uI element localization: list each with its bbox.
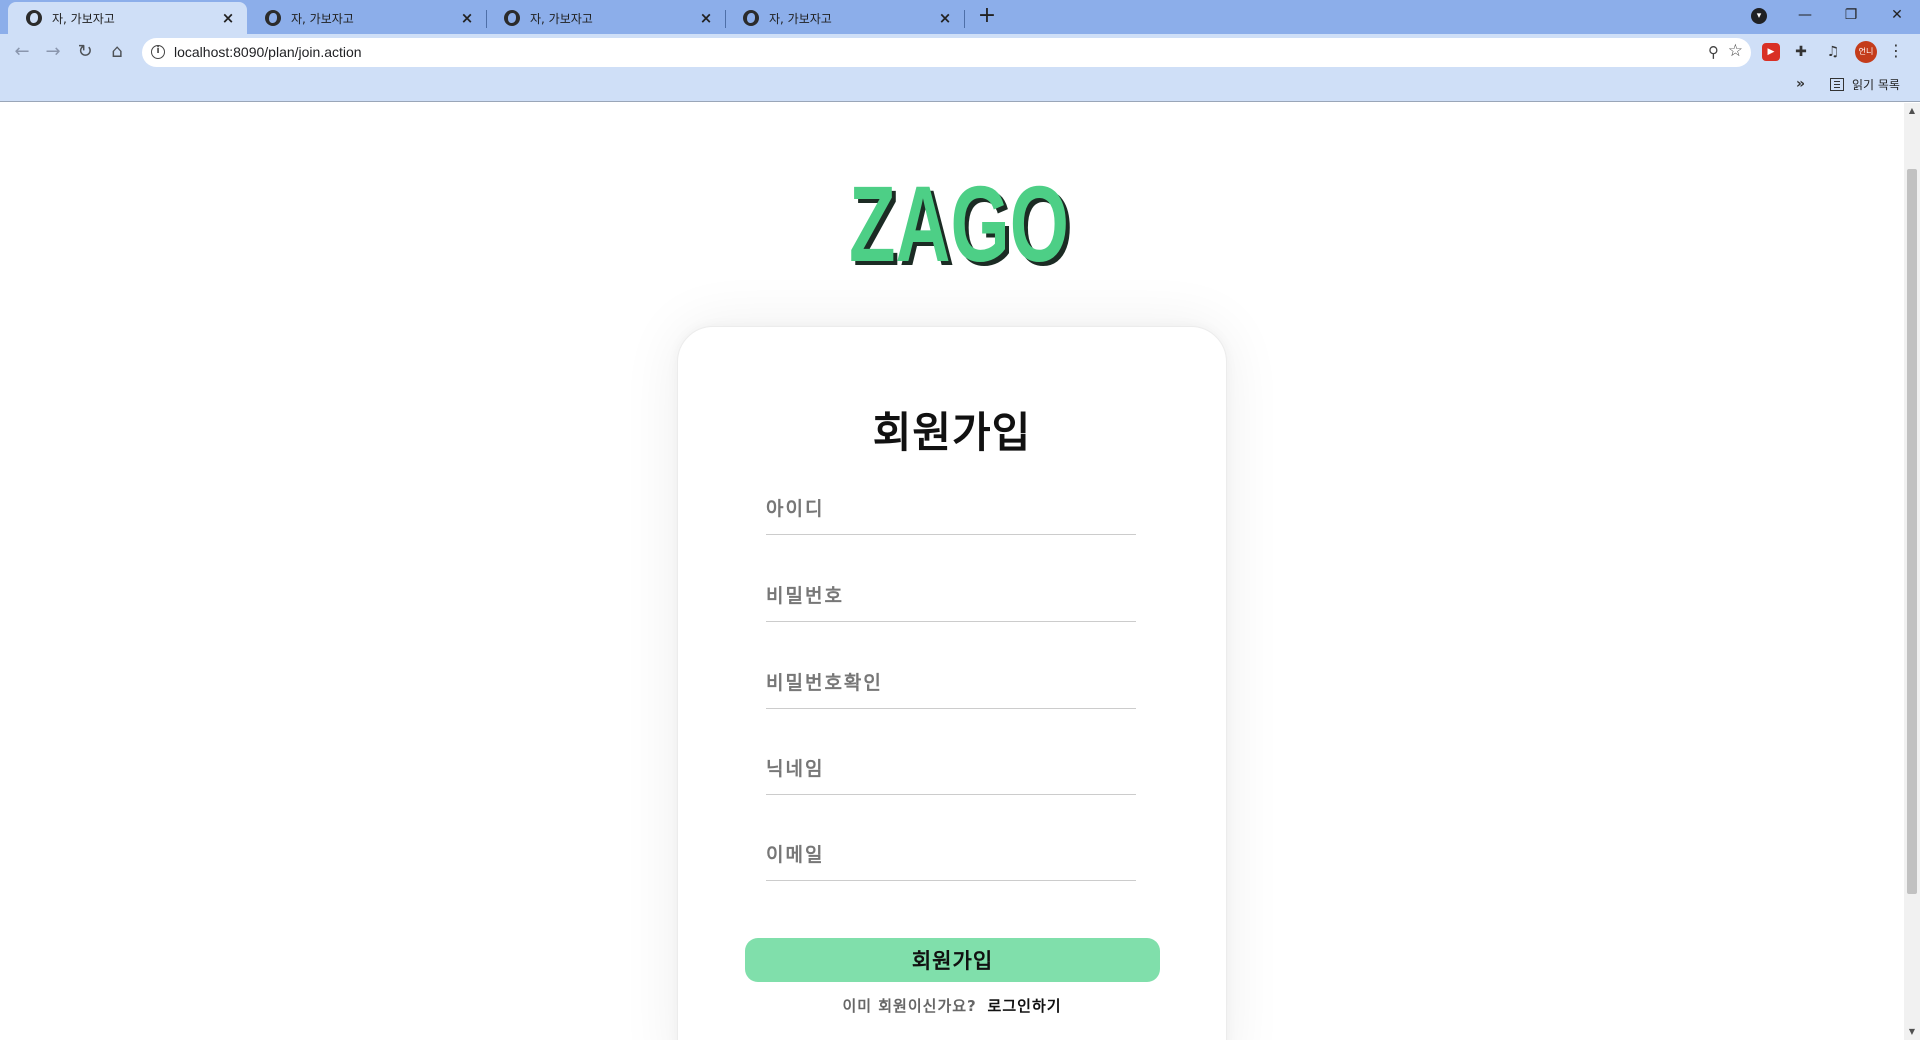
reading-list-icon xyxy=(1830,78,1844,91)
vertical-scrollbar[interactable]: ▲ ▼ xyxy=(1904,103,1920,1040)
globe-icon xyxy=(265,10,281,26)
tab-title: 자, 가보자고 xyxy=(530,11,593,26)
login-prompt: 이미 회원이신가요? 로그인하기 xyxy=(678,995,1226,1016)
page-title: 회원가입 xyxy=(872,408,1032,457)
close-tab-icon[interactable]: × xyxy=(697,9,715,27)
tab-title: 자, 가보자고 xyxy=(769,11,832,26)
back-icon[interactable]: ← xyxy=(9,39,35,65)
reading-list-button[interactable]: 읽기 목록 xyxy=(1830,76,1900,93)
tab-strip: 자, 가보자고 × 자, 가보자고 × 자, 가보자고 × 자, 가보자고 × … xyxy=(0,0,1920,34)
password-field[interactable] xyxy=(766,574,1136,622)
id-field[interactable] xyxy=(766,487,1136,535)
close-tab-icon[interactable]: × xyxy=(219,9,237,27)
bookmark-star-icon[interactable]: ☆ xyxy=(1728,41,1743,61)
svg-text:ZAGO: ZAGO xyxy=(849,173,1069,273)
media-control-icon[interactable]: ♫ xyxy=(1824,43,1842,61)
email-field[interactable] xyxy=(766,833,1136,881)
minimize-button[interactable]: — xyxy=(1782,0,1828,30)
signup-button[interactable]: 회원가입 xyxy=(745,938,1160,982)
address-bar[interactable]: i localhost:8090/plan/join.action ⚲ ☆ xyxy=(142,38,1751,67)
zoom-icon[interactable]: ⚲ xyxy=(1708,43,1719,61)
extension-red-icon[interactable]: ▶ xyxy=(1762,43,1780,61)
nickname-field[interactable] xyxy=(766,747,1136,795)
signup-card: 회원가입 회원가입 이미 회원이신가요? 로그인하기 xyxy=(677,326,1227,1040)
bookmarks-overflow-button[interactable]: » xyxy=(1796,76,1805,92)
tab-search-icon[interactable]: ▾ xyxy=(1751,8,1767,24)
browser-toolbar: ← → ↻ ⌂ i localhost:8090/plan/join.actio… xyxy=(0,34,1920,70)
globe-icon xyxy=(504,10,520,26)
globe-icon xyxy=(743,10,759,26)
forward-icon[interactable]: → xyxy=(40,39,66,65)
browser-tab[interactable]: 자, 가보자고 × xyxy=(8,2,247,34)
password-confirm-field[interactable] xyxy=(766,661,1136,709)
scrollbar-thumb[interactable] xyxy=(1907,169,1917,894)
reading-list-label: 읽기 목록 xyxy=(1852,78,1900,92)
close-tab-icon[interactable]: × xyxy=(458,9,476,27)
bookmarks-bar: » 읽기 목록 xyxy=(0,70,1920,102)
scroll-down-icon[interactable]: ▼ xyxy=(1904,1024,1920,1040)
globe-icon xyxy=(26,10,42,26)
profile-avatar[interactable]: 언니 xyxy=(1855,41,1877,63)
login-link[interactable]: 로그인하기 xyxy=(988,997,1062,1015)
browser-tab[interactable]: 자, 가보자고 × xyxy=(486,2,725,34)
zago-logo: ZAGO ZAGO xyxy=(849,173,1073,273)
extensions-puzzle-icon[interactable]: ✚ xyxy=(1792,43,1810,61)
restore-button[interactable]: ❐ xyxy=(1828,0,1874,30)
new-tab-button[interactable]: + xyxy=(975,5,999,29)
scroll-up-icon[interactable]: ▲ xyxy=(1904,103,1920,119)
kebab-menu-icon[interactable]: ⋮ xyxy=(1888,41,1904,60)
address-url[interactable]: localhost:8090/plan/join.action xyxy=(174,38,362,67)
tab-title: 자, 가보자고 xyxy=(52,11,115,26)
browser-tab[interactable]: 자, 가보자고 × xyxy=(247,2,486,34)
tab-title: 자, 가보자고 xyxy=(291,11,354,26)
close-window-button[interactable]: ✕ xyxy=(1874,0,1920,30)
reload-icon[interactable]: ↻ xyxy=(72,39,98,65)
tab-separator xyxy=(964,10,965,28)
page-viewport: ZAGO ZAGO 회원가입 회원가입 이미 회원이신가요? 로그인하기 xyxy=(0,103,1904,1040)
browser-tab[interactable]: 자, 가보자고 × xyxy=(725,2,964,34)
home-icon[interactable]: ⌂ xyxy=(104,39,130,65)
already-member-text: 이미 회원이신가요? xyxy=(842,997,977,1015)
close-tab-icon[interactable]: × xyxy=(936,9,954,27)
site-info-icon[interactable]: i xyxy=(151,45,165,59)
